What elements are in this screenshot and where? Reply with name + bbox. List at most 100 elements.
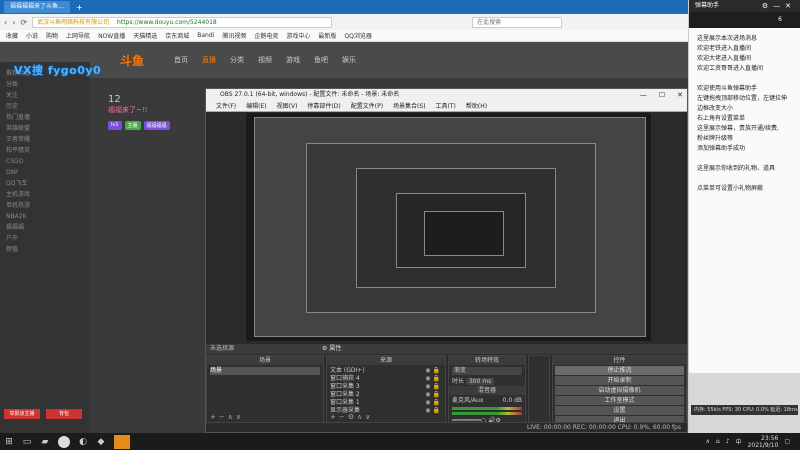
danmaku-taskbar-icon[interactable] — [114, 434, 130, 449]
site-nav-item[interactable]: 视频 — [258, 55, 272, 65]
visibility-icon[interactable]: ◉🔒 — [425, 375, 442, 383]
left-rail-item[interactable]: DNF — [6, 167, 84, 178]
site-nav-item[interactable]: 鱼吧 — [314, 55, 328, 65]
bookmark-item[interactable]: 游戏中心 — [286, 31, 310, 40]
volume-icon[interactable]: ♪ — [726, 438, 730, 445]
backpack-button[interactable]: 背包 — [46, 409, 82, 419]
bookmark-item[interactable]: Bandi — [197, 32, 214, 39]
obs-taskbar-icon[interactable] — [58, 435, 70, 448]
douyu-taskbar-icon[interactable]: ◆ — [92, 437, 110, 447]
bookmark-item[interactable]: 企鹅电竞 — [254, 31, 278, 40]
bookmark-item[interactable]: 上网导航 — [66, 31, 90, 40]
control-button[interactable]: 设置 — [555, 406, 684, 415]
obs-menu-item[interactable]: 工具(T) — [436, 101, 456, 111]
message-line: 点菜单可设置小礼物屏蔽 — [697, 185, 764, 192]
bookmark-item[interactable]: NOW直播 — [98, 31, 125, 40]
report-button[interactable]: 举报该主播 — [4, 409, 40, 419]
left-rail-item[interactable]: 关注 — [6, 90, 84, 101]
bookmark-item[interactable]: 小说 — [26, 31, 38, 40]
visibility-icon[interactable]: ◉🔒 — [425, 391, 442, 399]
scene-item[interactable]: 场景 — [210, 367, 320, 375]
left-rail-item[interactable]: CSGO — [6, 156, 84, 167]
left-rail-item[interactable]: 英雄联盟 — [6, 123, 84, 134]
source-item[interactable]: 窗口采集 2 ◉🔒 — [330, 391, 442, 399]
site-nav-item[interactable]: 首页 — [174, 55, 188, 65]
left-rail-item[interactable]: 分类 — [6, 79, 84, 90]
left-rail-item[interactable]: NBA2K — [6, 211, 84, 222]
left-rail-item[interactable]: 热门直播 — [6, 112, 84, 123]
visibility-icon[interactable]: ◉🔒 — [425, 407, 442, 415]
visibility-icon[interactable]: ◉🔒 — [425, 367, 442, 375]
obs-menu-item[interactable]: 场景集合(S) — [393, 101, 426, 111]
left-rail-item[interactable]: 户外 — [6, 233, 84, 244]
bookmark-item[interactable]: QQ浏览器 — [344, 31, 371, 40]
transition-select[interactable]: 渐变 — [452, 367, 522, 375]
bookmark-item[interactable]: 腾讯视频 — [222, 31, 246, 40]
address-bar: ‹ › ⟳ 武汉斗鱼网络科技有限公司 https://www.douyu.com… — [0, 14, 688, 30]
control-button[interactable]: 工作室模式 — [555, 396, 684, 405]
obs-preview[interactable] — [246, 113, 651, 341]
file-explorer-icon[interactable]: ▰ — [36, 437, 54, 447]
browser-search-input[interactable]: 在此搜索 — [472, 16, 563, 28]
forward-icon[interactable]: › — [12, 18, 15, 27]
source-item[interactable]: 文本 (GDI+) ◉🔒 — [330, 367, 442, 375]
network-icon[interactable]: ⌂ — [716, 438, 720, 445]
bookmark-item[interactable]: 京东商城 — [165, 31, 189, 40]
notification-icon[interactable]: ▢ — [784, 438, 790, 445]
close-icon[interactable]: ✕ — [677, 89, 683, 101]
source-item[interactable]: 窗口采集 1 ◉🔒 — [330, 399, 442, 407]
source-item[interactable]: 窗口捕获 4 ◉🔒 — [330, 375, 442, 383]
bookmark-item[interactable]: 天猫精选 — [133, 31, 157, 40]
site-nav-item[interactable]: 分类 — [230, 55, 244, 65]
minimize-icon[interactable]: — — [773, 2, 785, 10]
control-button[interactable]: 启动虚拟摄像机 — [555, 386, 684, 395]
refresh-icon[interactable]: ⟳ — [20, 18, 27, 27]
douyu-logo[interactable]: 斗鱼 — [120, 52, 144, 69]
new-tab-icon[interactable]: + — [76, 3, 83, 12]
tray-arrow-icon[interactable]: ∧ — [705, 438, 709, 445]
clock[interactable]: 23:56 2021/9/10 — [748, 435, 779, 449]
site-nav-item[interactable]: 娱乐 — [342, 55, 356, 65]
obs-menu-item[interactable]: 帮助(H) — [466, 101, 487, 111]
maximize-icon[interactable]: ☐ — [659, 89, 665, 101]
windows-start-icon[interactable]: ⊞ — [0, 437, 18, 447]
settings-icon[interactable]: ⚙ — [762, 2, 773, 10]
task-view-icon[interactable]: ▭ — [18, 437, 36, 447]
left-rail-item[interactable]: 单机热游 — [6, 200, 84, 211]
left-rail-item[interactable]: 王者荣耀 — [6, 134, 84, 145]
browser-taskbar-icon[interactable]: ◐ — [74, 437, 92, 447]
left-rail-item[interactable]: 主机游戏 — [6, 189, 84, 200]
left-rail-item[interactable]: 和平精英 — [6, 145, 84, 156]
obs-menu-item[interactable]: 视图(V) — [277, 101, 298, 111]
obs-menu-item[interactable]: 编辑(E) — [246, 101, 266, 111]
source-toolbar[interactable]: +−⚙∧∨ — [330, 413, 373, 421]
obs-menu-item[interactable]: 文件(F) — [216, 101, 236, 111]
scenes-title: 场景 — [207, 356, 323, 365]
scene-toolbar[interactable]: +−∧∨ — [210, 413, 244, 421]
visibility-icon[interactable]: ◉🔒 — [425, 399, 442, 407]
source-item[interactable]: 窗口采集 3 ◉🔒 — [330, 383, 442, 391]
left-rail-item[interactable]: 历史 — [6, 101, 84, 112]
properties-icon[interactable]: ⚙ 属性 — [322, 344, 341, 354]
bookmark-item[interactable]: 购物 — [46, 31, 58, 40]
close-icon[interactable]: ✕ — [785, 2, 796, 10]
obs-menu-item[interactable]: 配置文件(P) — [351, 101, 383, 111]
visibility-icon[interactable]: ◉🔒 — [425, 383, 442, 391]
url-input[interactable]: 武汉斗鱼网络科技有限公司 https://www.douyu.com/52440… — [32, 16, 333, 28]
site-nav-item[interactable]: 直播 — [202, 55, 216, 65]
control-button[interactable]: 开始录制 — [555, 376, 684, 385]
site-nav: 首页 直播 分类 视频 游戏 鱼吧 娱乐 — [174, 55, 356, 65]
browser-tab[interactable]: 福福福福来了斗鱼… — [4, 1, 71, 13]
duration-input[interactable]: 300 ms — [465, 378, 495, 385]
left-rail-item[interactable]: 福福福 — [6, 222, 84, 233]
obs-menu-item[interactable]: 停靠部件(D) — [307, 101, 340, 111]
left-rail-item[interactable]: QQ飞车 — [6, 178, 84, 189]
control-button[interactable]: 停止推流 — [555, 366, 684, 375]
site-nav-item[interactable]: 游戏 — [286, 55, 300, 65]
minimize-icon[interactable]: — — [640, 89, 647, 101]
left-rail-item[interactable]: 颜值 — [6, 244, 84, 255]
back-icon[interactable]: ‹ — [4, 18, 7, 27]
bookmark-item[interactable]: 最新版 — [318, 31, 336, 40]
bookmark-item[interactable]: 收藏 — [6, 31, 18, 40]
input-lang[interactable]: 中 — [736, 437, 742, 446]
